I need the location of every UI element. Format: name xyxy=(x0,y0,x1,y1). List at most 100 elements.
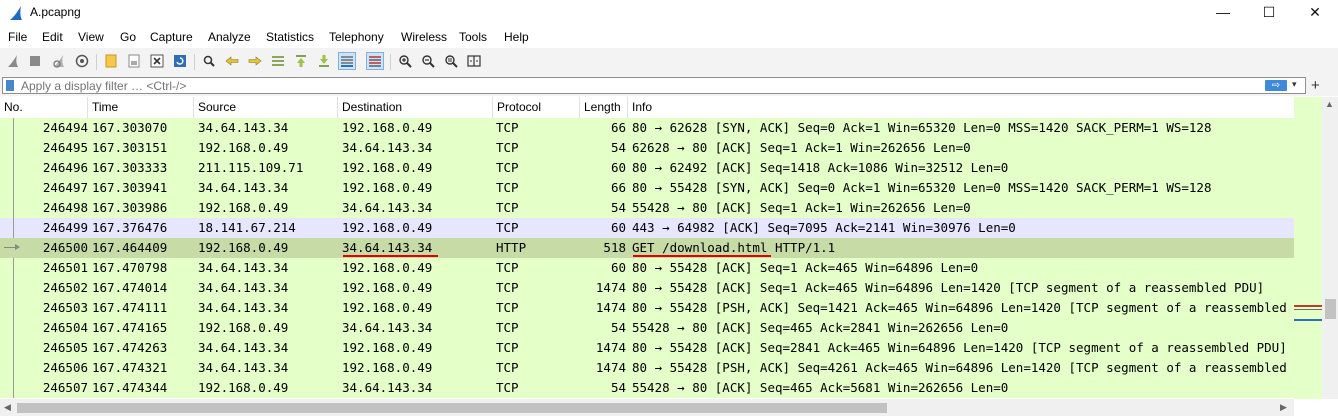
column-header-info[interactable]: Info xyxy=(628,97,1294,118)
go-last-packet-icon[interactable] xyxy=(315,52,333,70)
packet-minimap[interactable] xyxy=(1294,97,1322,399)
save-file-icon[interactable] xyxy=(125,52,143,70)
horizontal-scroll-thumb[interactable] xyxy=(17,403,887,413)
packet-time: 167.303151 xyxy=(92,140,168,155)
go-to-packet-icon[interactable] xyxy=(269,52,287,70)
toolbar-separator xyxy=(96,54,97,70)
vertical-scroll-thumb[interactable] xyxy=(1325,299,1336,319)
menu-capture[interactable]: Capture xyxy=(150,30,193,44)
packet-protocol: TCP xyxy=(496,300,519,315)
vertical-scroll-track[interactable] xyxy=(1322,97,1338,399)
display-filter-box: ⇨ ▾ xyxy=(2,77,1306,94)
column-header-source[interactable]: Source xyxy=(194,97,338,118)
display-filter-input[interactable] xyxy=(21,78,1251,93)
packet-number: 246504 xyxy=(42,320,88,335)
table-row[interactable]: 246504 167.474165 192.168.0.49 34.64.143.34… xyxy=(0,318,1294,338)
column-header-no[interactable]: No. xyxy=(0,97,88,118)
packet-source: 34.64.143.34 xyxy=(198,340,289,355)
menu-telephony[interactable]: Telephony xyxy=(329,30,384,44)
capture-options-icon[interactable] xyxy=(73,52,91,70)
toolbar-separator xyxy=(390,54,391,70)
packet-length: 54 xyxy=(610,320,626,335)
wireshark-fin-icon xyxy=(10,6,22,20)
vertical-scrollbar[interactable]: ▲ xyxy=(1294,97,1338,399)
column-header-time[interactable]: Time xyxy=(88,97,194,118)
close-file-icon[interactable] xyxy=(148,52,166,70)
menu-wireless[interactable]: Wireless xyxy=(401,30,447,44)
packet-info: 55428 → 80 [ACK] Seq=465 Ack=2841 Win=26… xyxy=(632,320,1009,335)
packet-destination: 34.64.143.34 xyxy=(342,380,433,395)
table-row[interactable]: 246502 167.474014 34.64.143.34 192.168.0.49… xyxy=(0,278,1294,298)
packet-time: 167.303986 xyxy=(92,200,168,215)
table-row-selected[interactable]: 246500 167.464409 192.168.0.49 34.64.143.34… xyxy=(0,238,1294,258)
add-filter-button-icon[interactable]: + xyxy=(1311,77,1320,94)
menu-edit[interactable]: Edit xyxy=(42,30,63,44)
horizontal-scrollbar[interactable]: ◀ ▶ xyxy=(0,399,1294,416)
restart-capture-icon[interactable] xyxy=(50,52,68,70)
packet-info: 80 → 55428 [ACK] Seq=1 Ack=465 Win=64896… xyxy=(632,280,1265,295)
table-row[interactable]: 246506 167.474321 34.64.143.34 192.168.0.49… xyxy=(0,358,1294,378)
table-row[interactable]: 246495 167.303151 192.168.0.49 34.64.143.34… xyxy=(0,138,1294,158)
packet-destination: 192.168.0.49 xyxy=(342,280,433,295)
menu-help[interactable]: Help xyxy=(504,30,529,44)
colorize-icon[interactable] xyxy=(366,52,384,70)
packet-source: 18.141.67.214 xyxy=(198,220,296,235)
minimize-button[interactable]: — xyxy=(1200,0,1246,26)
menu-analyze[interactable]: Analyze xyxy=(208,30,251,44)
packet-number: 246494 xyxy=(42,120,88,135)
menu-view[interactable]: View xyxy=(78,30,104,44)
menu-file[interactable]: File xyxy=(8,30,27,44)
packet-protocol: TCP xyxy=(496,340,519,355)
menu-statistics[interactable]: Statistics xyxy=(266,30,314,44)
menu-go[interactable]: Go xyxy=(120,30,136,44)
open-file-icon[interactable] xyxy=(102,52,120,70)
bookmark-icon[interactable] xyxy=(6,80,14,91)
packet-number: 246498 xyxy=(42,200,88,215)
close-button[interactable]: ✕ xyxy=(1292,0,1338,26)
table-row[interactable]: 246501 167.470798 34.64.143.34 192.168.0.49… xyxy=(0,258,1294,278)
packet-number: 246503 xyxy=(42,300,88,315)
packet-length: 54 xyxy=(610,380,626,395)
go-back-icon[interactable] xyxy=(223,52,241,70)
packet-info: 443 → 64982 [ACK] Seq=7095 Ack=2141 Win=… xyxy=(632,220,1016,235)
table-row[interactable]: 246497 167.303941 34.64.143.34 192.168.0.49… xyxy=(0,178,1294,198)
resize-columns-icon[interactable] xyxy=(465,52,483,70)
table-row[interactable]: 246499 167.376476 18.141.67.214 192.168.0.4… xyxy=(0,218,1294,238)
packet-info: 55428 → 80 [ACK] Seq=1 Ack=1 Win=262656 … xyxy=(632,200,971,215)
table-row[interactable]: 246494 167.303070 34.64.143.34 192.168.0.49… xyxy=(0,118,1294,138)
scroll-left-arrow-icon[interactable]: ◀ xyxy=(4,402,11,413)
stop-capture-icon[interactable] xyxy=(26,52,44,70)
zoom-out-icon[interactable] xyxy=(419,52,437,70)
go-first-packet-icon[interactable] xyxy=(292,52,310,70)
table-row[interactable]: 246507 167.474344 192.168.0.49 34.64.143.34… xyxy=(0,378,1294,398)
packet-destination: 192.168.0.49 xyxy=(342,160,433,175)
table-row[interactable]: 246503 167.474111 34.64.143.34 192.168.0.49… xyxy=(0,298,1294,318)
table-row[interactable]: 246498 167.303986 192.168.0.49 34.64.143.34… xyxy=(0,198,1294,218)
scroll-up-arrow-icon[interactable]: ▲ xyxy=(1325,99,1334,109)
packet-info: 55428 → 80 [ACK] Seq=465 Ack=5681 Win=26… xyxy=(632,380,1009,395)
column-header-length[interactable]: Length xyxy=(580,97,628,118)
filter-history-dropdown-icon[interactable]: ▾ xyxy=(1292,79,1297,90)
packet-length: 518 xyxy=(603,240,626,255)
apply-filter-button[interactable]: ⇨ xyxy=(1265,80,1287,91)
packet-source: 34.64.143.34 xyxy=(198,260,289,275)
reload-file-icon[interactable] xyxy=(171,52,189,70)
packet-destination: 34.64.143.34 xyxy=(342,200,433,215)
column-header-destination[interactable]: Destination xyxy=(338,97,493,118)
table-row[interactable]: 246505 167.474263 34.64.143.34 192.168.0.49… xyxy=(0,338,1294,358)
maximize-button[interactable]: ☐ xyxy=(1246,0,1292,26)
zoom-in-icon[interactable] xyxy=(396,52,414,70)
window-title: A.pcapng xyxy=(30,5,81,19)
packet-number: 246495 xyxy=(42,140,88,155)
auto-scroll-icon[interactable] xyxy=(338,52,356,70)
find-packet-icon[interactable] xyxy=(200,52,218,70)
column-header-protocol[interactable]: Protocol xyxy=(493,97,580,118)
scroll-right-arrow-icon[interactable]: ▶ xyxy=(1280,402,1287,413)
packet-length: 1474 xyxy=(595,280,626,295)
go-forward-icon[interactable] xyxy=(246,52,264,70)
menu-tools[interactable]: Tools xyxy=(459,30,487,44)
table-row[interactable]: 246496 167.303333 211.115.109.71 192.168.0.… xyxy=(0,158,1294,178)
packet-destination: 192.168.0.49 xyxy=(342,340,433,355)
normal-size-icon[interactable] xyxy=(442,52,460,70)
start-capture-icon[interactable] xyxy=(4,52,22,70)
